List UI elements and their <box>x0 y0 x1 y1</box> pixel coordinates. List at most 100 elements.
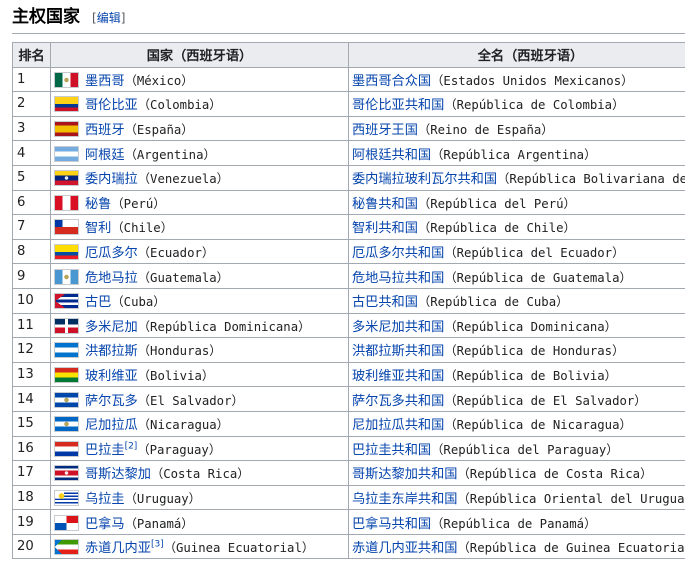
table-row: 18 乌拉圭（Uruguay） 乌拉圭东岸共和国（República Orienta… <box>12 484 685 511</box>
full-name-spanish: （Estados Unidos Mexicanos） <box>431 73 634 88</box>
country-link[interactable]: 厄瓜多尔 <box>85 246 138 261</box>
full-name-spanish: （República del Paraguay） <box>431 442 619 457</box>
rank-cell: 10 <box>12 287 51 314</box>
full-name-spanish: （Reino de España） <box>417 123 554 138</box>
venezuela-flag-icon[interactable] <box>54 170 79 187</box>
uruguay-flag-icon[interactable] <box>54 489 79 506</box>
country-link[interactable]: 秘鲁 <box>85 197 111 212</box>
full-name-link[interactable]: 危地马拉共和国 <box>352 271 444 286</box>
full-name-link[interactable]: 萨尔瓦多共和国 <box>352 394 444 409</box>
full-name-cell: 秘鲁共和国（República del Perú） <box>348 189 685 216</box>
country-cell: 哥斯达黎加（Costa Rica） <box>50 460 349 486</box>
full-name-cell: 阿根廷共和国（República Argentina） <box>348 140 685 166</box>
table-row: 5 委内瑞拉（Venezuela） 委内瑞拉玻利瓦尔共和国（República Bo… <box>12 164 685 191</box>
country-link[interactable]: 多米尼加 <box>85 320 138 335</box>
full-name-link[interactable]: 哥伦比亚共和国 <box>352 98 444 113</box>
peru-flag-icon[interactable] <box>54 194 79 211</box>
country-link[interactable]: 乌拉圭 <box>85 492 125 507</box>
header-rank[interactable]: 排名 <box>12 42 51 68</box>
paraguay-flag-icon[interactable] <box>54 440 79 457</box>
reference-link[interactable]: [2] <box>125 441 138 451</box>
full-name-link[interactable]: 乌拉圭东岸共和国 <box>352 492 458 507</box>
country-link[interactable]: 危地马拉 <box>85 271 138 286</box>
country-link[interactable]: 智利 <box>85 221 111 236</box>
full-name-link[interactable]: 哥斯达黎加共和国 <box>352 467 458 482</box>
equatorial-guinea-flag-icon[interactable] <box>54 539 79 556</box>
costa-rica-flag-icon[interactable] <box>54 465 79 482</box>
table-row: 4 阿根廷（Argentina） 阿根廷共和国（República Argentin… <box>12 140 685 166</box>
country-link[interactable]: 墨西哥 <box>85 74 125 89</box>
ecuador-flag-icon[interactable] <box>54 244 79 261</box>
table-row: 7 智利（Chile） 智利共和国（República de Chile） <box>12 214 685 240</box>
full-name-link[interactable]: 智利共和国 <box>352 221 418 236</box>
chile-flag-icon[interactable] <box>54 219 79 236</box>
full-name-link[interactable]: 赤道几内亚共和国 <box>352 541 458 556</box>
country-link[interactable]: 阿根廷 <box>85 148 125 163</box>
rank-cell: 2 <box>12 91 51 117</box>
full-name-link[interactable]: 秘鲁共和国 <box>352 197 418 212</box>
country-cell: 洪都拉斯（Honduras） <box>50 337 349 363</box>
country-link[interactable]: 哥斯达黎加 <box>85 467 151 482</box>
rank-cell: 12 <box>12 337 51 363</box>
full-name-spanish: （República de Chile） <box>417 221 576 236</box>
guatemala-flag-icon[interactable] <box>54 268 79 285</box>
full-name-link[interactable]: 墨西哥合众国 <box>352 74 431 89</box>
full-name-link[interactable]: 巴拿马共和国 <box>352 517 431 532</box>
country-link[interactable]: 西班牙 <box>85 123 125 138</box>
country-spanish-name: （Guatemala） <box>137 270 229 285</box>
bolivia-flag-icon[interactable] <box>54 367 79 384</box>
country-link[interactable]: 古巴 <box>85 295 111 310</box>
country-cell: 乌拉圭（Uruguay） <box>50 484 349 511</box>
full-name-link[interactable]: 委内瑞拉玻利瓦尔共和国 <box>352 172 497 187</box>
country-link[interactable]: 萨尔瓦多 <box>85 394 138 409</box>
honduras-flag-icon[interactable] <box>54 342 79 359</box>
country-spanish-name: （Paraguay） <box>137 442 222 457</box>
full-name-link[interactable]: 多米尼加共和国 <box>352 320 444 335</box>
table-row: 3 西班牙（España） 西班牙王国（Reino de España） <box>12 115 685 142</box>
full-name-cell: 多米尼加共和国（República Dominicana） <box>348 312 685 339</box>
country-spanish-name: （Cuba） <box>111 295 166 310</box>
country-link[interactable]: 洪都拉斯 <box>85 344 138 359</box>
full-name-spanish: （República de Honduras） <box>444 344 625 359</box>
country-link[interactable]: 巴拉圭 <box>85 443 125 458</box>
rank-cell: 15 <box>12 410 51 437</box>
colombia-flag-icon[interactable] <box>54 96 79 113</box>
edit-link[interactable]: 编辑 <box>97 11 121 25</box>
full-name-link[interactable]: 西班牙王国 <box>352 123 418 138</box>
full-name-cell: 墨西哥合众国（Estados Unidos Mexicanos） <box>348 66 685 93</box>
full-name-link[interactable]: 阿根廷共和国 <box>352 148 431 163</box>
full-name-cell: 洪都拉斯共和国（República de Honduras） <box>348 337 685 363</box>
nicaragua-flag-icon[interactable] <box>54 416 79 433</box>
table-row: 14 萨尔瓦多（El Salvador） 萨尔瓦多共和国（República de … <box>12 386 685 412</box>
dominican-republic-flag-icon[interactable] <box>54 317 79 334</box>
country-spanish-name: （El Salvador） <box>137 393 244 408</box>
full-name-cell: 古巴共和国（República de Cuba） <box>348 287 685 314</box>
full-name-link[interactable]: 玻利维亚共和国 <box>352 369 444 384</box>
full-name-link[interactable]: 巴拉圭共和国 <box>352 443 431 458</box>
full-name-link[interactable]: 尼加拉瓜共和国 <box>352 418 444 433</box>
country-link[interactable]: 巴拿马 <box>85 517 125 532</box>
rank-cell: 13 <box>12 361 51 388</box>
country-link[interactable]: 赤道几内亚 <box>85 541 151 556</box>
country-cell: 墨西哥（México） <box>50 66 349 93</box>
mexico-flag-icon[interactable] <box>54 71 79 88</box>
panama-flag-icon[interactable] <box>54 514 79 531</box>
full-name-link[interactable]: 洪都拉斯共和国 <box>352 344 444 359</box>
reference-link[interactable]: [3] <box>151 540 164 550</box>
rank-cell: 6 <box>12 189 51 216</box>
country-link[interactable]: 委内瑞拉 <box>85 172 138 187</box>
spain-flag-icon[interactable] <box>54 121 79 138</box>
country-link[interactable]: 哥伦比亚 <box>85 98 138 113</box>
el-salvador-flag-icon[interactable] <box>54 391 79 408</box>
table-row: 12 洪都拉斯（Honduras） 洪都拉斯共和国（República de Hon… <box>12 337 685 363</box>
full-name-cell: 萨尔瓦多共和国（República de El Salvador） <box>348 386 685 412</box>
country-cell: 智利（Chile） <box>50 214 349 240</box>
country-link[interactable]: 尼加拉瓜 <box>85 418 138 433</box>
full-name-link[interactable]: 厄瓜多尔共和国 <box>352 246 444 261</box>
country-link[interactable]: 玻利维亚 <box>85 369 138 384</box>
full-name-link[interactable]: 古巴共和国 <box>352 295 418 310</box>
header-country[interactable]: 国家（西班牙语） <box>50 42 349 68</box>
header-full-name[interactable]: 全名（西班牙语） <box>348 42 685 68</box>
cuba-flag-icon[interactable] <box>54 293 79 310</box>
argentina-flag-icon[interactable] <box>54 145 79 162</box>
